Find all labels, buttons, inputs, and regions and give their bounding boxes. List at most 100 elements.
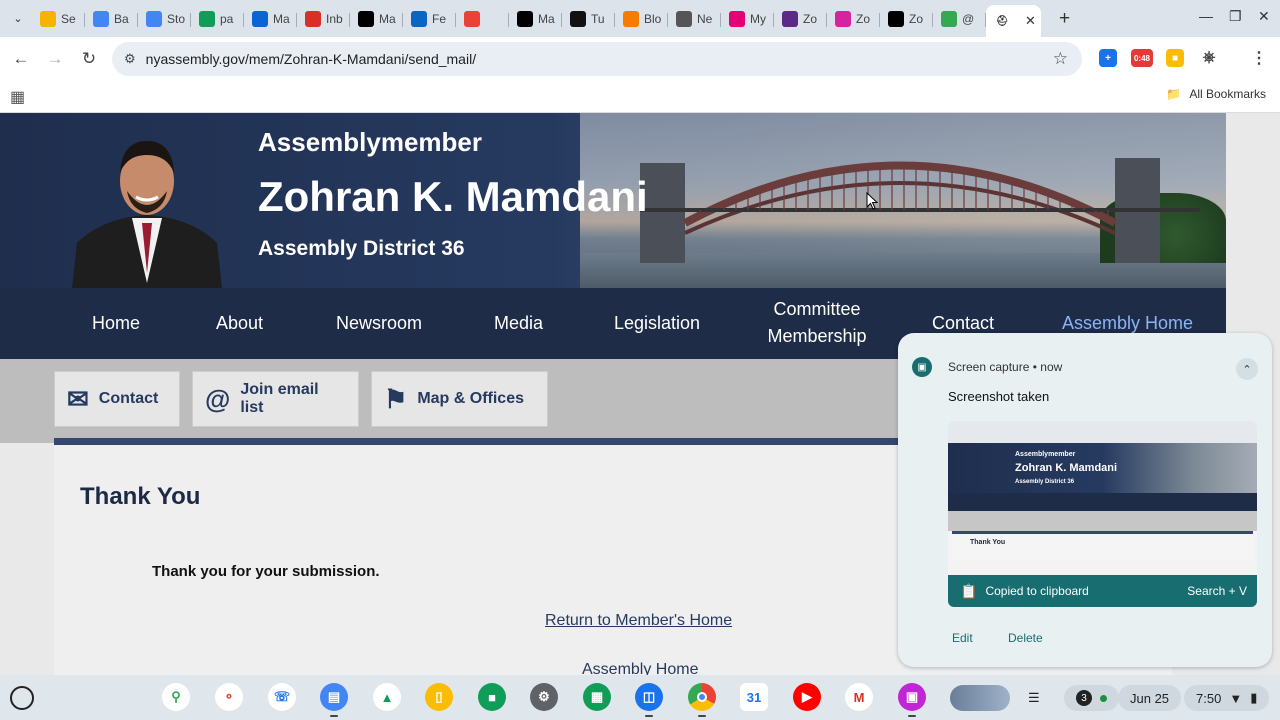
- tab-label: pa: [220, 11, 234, 26]
- nyassembly-icon: ⛑: [994, 13, 1010, 29]
- date-button[interactable]: Jun 25: [1118, 685, 1182, 711]
- status-dot-icon: [1100, 694, 1107, 702]
- browser-tab[interactable]: Zo: [880, 4, 933, 34]
- all-bookmarks-button[interactable]: 📁 All Bookmarks: [1166, 87, 1266, 101]
- new-tab-button[interactable]: +: [1059, 8, 1070, 30]
- youtube-icon[interactable]: ▶: [793, 683, 821, 711]
- close-window-icon[interactable]: ✕: [1258, 8, 1270, 25]
- blogger-icon: [623, 10, 639, 27]
- bookmark-star-icon[interactable]: ☆: [1053, 49, 1068, 69]
- extensions-puzzle-icon[interactable]: ⎈: [1200, 49, 1218, 67]
- browser-tab[interactable]: Ma: [350, 4, 403, 34]
- system-tray-button[interactable]: 7:50 ▼ ▮: [1184, 685, 1270, 711]
- browser-tab[interactable]: Zo: [827, 4, 880, 34]
- banner-pretitle: Assemblymember: [258, 127, 482, 157]
- join-email-list-button[interactable]: @ Join email list: [192, 371, 359, 427]
- launcher-button[interactable]: [10, 686, 34, 710]
- browser-tab[interactable]: Zo: [774, 4, 827, 34]
- tab-label: My: [750, 11, 766, 26]
- screen-capture-notification[interactable]: ▣ Screen capture • now ⌃ Screenshot take…: [898, 333, 1272, 667]
- browser-tab[interactable]: Inb: [297, 4, 350, 34]
- files-folder-icon[interactable]: ◫: [635, 683, 663, 717]
- notification-source-name: Screen capture: [948, 360, 1030, 374]
- reload-button[interactable]: ↻: [72, 42, 106, 76]
- edit-button[interactable]: Edit: [952, 631, 973, 645]
- notification-center-button[interactable]: 3: [1064, 685, 1119, 711]
- clipboard-icon: 📋: [960, 582, 978, 599]
- contact-button[interactable]: ✉ Contact: [54, 371, 180, 427]
- browser-tab[interactable]: My: [721, 4, 774, 34]
- minimize-icon[interactable]: —: [1199, 8, 1213, 24]
- url-text[interactable]: nyassembly.gov/mem/Zohran-K-Mamdani/send…: [146, 51, 476, 67]
- screen-capture-app-icon[interactable]: ▣: [898, 683, 926, 717]
- extension-timer-icon[interactable]: 0:48: [1131, 49, 1153, 67]
- nav-media[interactable]: Media: [494, 310, 543, 337]
- all-bookmarks-label: All Bookmarks: [1189, 87, 1266, 101]
- nav-home[interactable]: Home: [92, 310, 140, 337]
- close-tab-icon[interactable]: ✕: [1025, 13, 1036, 29]
- google-classroom-icon[interactable]: ■: [478, 683, 506, 711]
- thumb-thank-you: Thank You: [970, 539, 1006, 546]
- nav-committee-membership[interactable]: Committee Membership: [762, 296, 872, 350]
- tab-label: Inb: [326, 11, 343, 26]
- tab-search-chevron-icon[interactable]: ⌄: [4, 5, 32, 33]
- extension-plus-icon[interactable]: +: [1099, 49, 1117, 67]
- rainbow-app-icon[interactable]: ⚬: [215, 683, 243, 711]
- browser-tab[interactable]: Tu: [562, 4, 615, 34]
- browser-tab[interactable]: Blo: [615, 4, 668, 34]
- browser-tab[interactable]: Ma: [244, 4, 297, 34]
- browser-tab[interactable]: [456, 4, 509, 34]
- delete-button[interactable]: Delete: [1008, 631, 1043, 645]
- map-offices-label: Map & Offices: [417, 390, 524, 407]
- browser-tab[interactable]: Fe: [403, 4, 456, 34]
- tab-label: Zo: [803, 11, 818, 26]
- tab-label: Se: [61, 11, 76, 26]
- browser-tab[interactable]: Ne: [668, 4, 721, 34]
- map-pin-icon: ⚑: [384, 383, 408, 414]
- nav-about[interactable]: About: [216, 310, 263, 337]
- settings-gear-icon[interactable]: ⚙: [530, 683, 558, 711]
- google-slides-icon[interactable]: ▯: [425, 683, 453, 711]
- browser-tab[interactable]: Ba: [85, 4, 138, 34]
- address-bar[interactable]: ⚙ nyassembly.gov/mem/Zohran-K-Mamdani/se…: [112, 42, 1082, 76]
- browser-tab[interactable]: Se: [32, 4, 85, 34]
- return-member-home-link[interactable]: Return to Member's Home: [545, 612, 732, 630]
- chrome-icon[interactable]: [688, 683, 716, 717]
- gmail-icon[interactable]: M: [845, 683, 873, 711]
- map-offices-button[interactable]: ⚑ Map & Offices: [371, 371, 548, 427]
- browser-tab[interactable]: Ma: [509, 4, 562, 34]
- copied-to-clipboard-bar[interactable]: 📋 Copied to clipboard Search + V: [948, 575, 1257, 607]
- apps-grid-icon[interactable]: ▦: [10, 87, 25, 107]
- more-menu-icon[interactable]: ⋮: [1250, 49, 1268, 67]
- extension-keep-icon[interactable]: ■: [1166, 49, 1184, 67]
- tab-active[interactable]: ⛑ ✕: [986, 5, 1041, 37]
- page-title: Thank You: [80, 483, 201, 510]
- nav-newsroom[interactable]: Newsroom: [336, 310, 422, 337]
- google-sheets-icon[interactable]: ▦: [583, 683, 611, 711]
- browser-tab[interactable]: pa: [191, 4, 244, 34]
- google-calendar-icon[interactable]: 31: [740, 683, 768, 711]
- collapse-chevron-icon[interactable]: ⌃: [1236, 358, 1258, 380]
- back-button[interactable]: ←: [4, 42, 38, 76]
- browser-tab[interactable]: @: [933, 4, 986, 34]
- google-docs-icon[interactable]: ▤: [320, 683, 348, 717]
- holding-space-thumbnails[interactable]: [950, 685, 1010, 711]
- mouse-cursor-icon: [866, 192, 878, 210]
- nav-legislation[interactable]: Legislation: [614, 310, 700, 337]
- submission-message: Thank you for your submission.: [152, 563, 380, 580]
- z-icon: [782, 10, 798, 27]
- t-mobile-icon: [729, 10, 745, 27]
- assembly-home-link[interactable]: Assembly Home: [582, 661, 698, 675]
- google-maps-icon[interactable]: ⚲: [162, 683, 190, 711]
- site-info-icon[interactable]: ⚙: [124, 51, 136, 67]
- thumb-browser-chrome: [948, 421, 1257, 443]
- playlist-icon[interactable]: ☰: [1024, 685, 1044, 711]
- forward-button[interactable]: →: [38, 42, 72, 76]
- restore-icon[interactable]: ❐: [1229, 8, 1242, 25]
- google-docs-icon: [93, 10, 109, 27]
- google-drive-icon[interactable]: ▲: [373, 683, 401, 711]
- phone-hub-icon[interactable]: ☏: [268, 683, 296, 711]
- browser-tab[interactable]: Sto: [138, 4, 191, 34]
- battery-icon: ▮: [1250, 690, 1258, 705]
- header-banner: Assemblymember Zohran K. Mamdani Assembl…: [0, 113, 1226, 288]
